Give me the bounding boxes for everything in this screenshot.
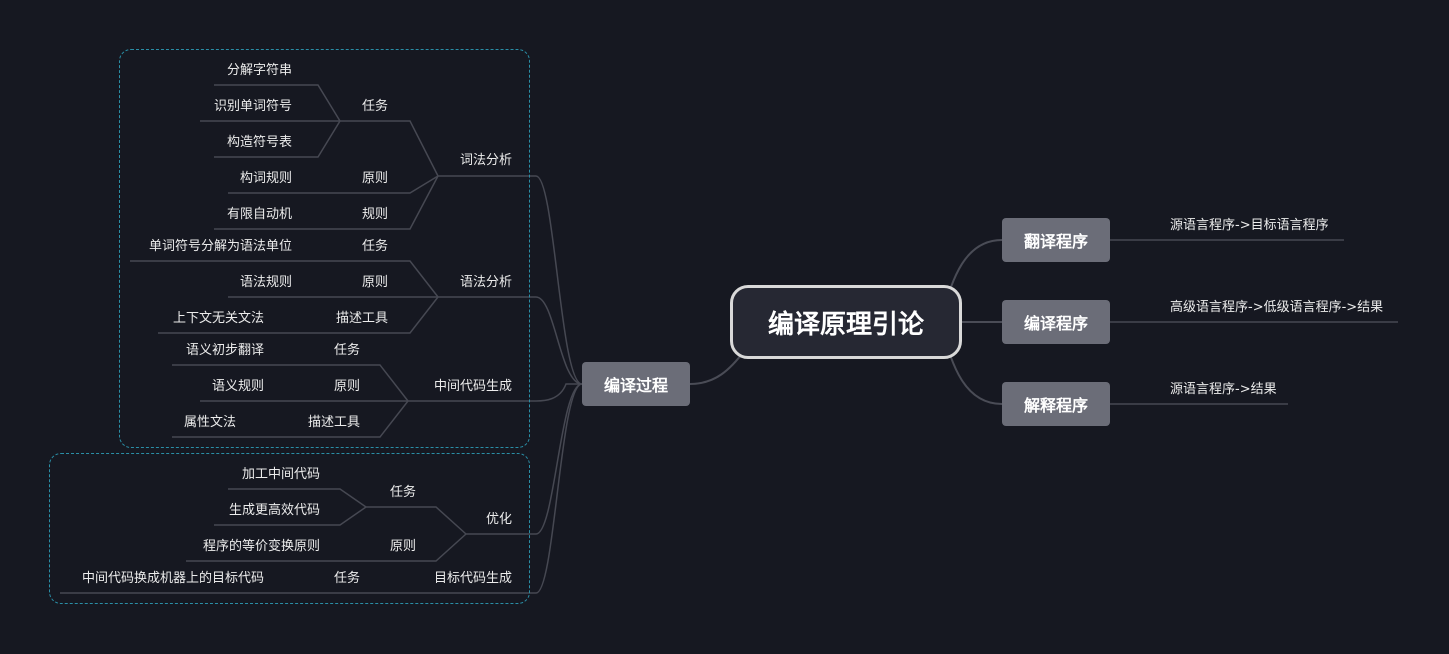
syntax-principle[interactable]: 原则 <box>362 275 388 291</box>
stage-intermediate[interactable]: 中间代码生成 <box>434 379 512 395</box>
optimize-task[interactable]: 任务 <box>390 485 416 501</box>
lexical-principle-item[interactable]: 构词规则 <box>240 171 292 187</box>
intermediate-task[interactable]: 任务 <box>334 343 360 359</box>
intermediate-tool[interactable]: 描述工具 <box>308 415 360 431</box>
target-task[interactable]: 任务 <box>334 571 360 587</box>
node-interpret-program[interactable]: 解释程序 <box>1002 382 1110 426</box>
intermediate-principle[interactable]: 原则 <box>334 379 360 395</box>
node-compile-program[interactable]: 编译程序 <box>1002 300 1110 344</box>
lexical-task[interactable]: 任务 <box>362 99 388 115</box>
syntax-task[interactable]: 任务 <box>362 239 388 255</box>
syntax-principle-item[interactable]: 语法规则 <box>240 275 292 291</box>
detail-compile[interactable]: 高级语言程序->低级语言程序->结果 <box>1170 300 1383 316</box>
lexical-rule-item[interactable]: 有限自动机 <box>227 207 292 223</box>
syntax-tool-item[interactable]: 上下文无关文法 <box>173 311 264 327</box>
optimize-principle-item[interactable]: 程序的等价变换原则 <box>203 539 320 555</box>
intermediate-task-item[interactable]: 语义初步翻译 <box>186 343 264 359</box>
lexical-task-item[interactable]: 识别单词符号 <box>214 99 292 115</box>
syntax-tool[interactable]: 描述工具 <box>336 311 388 327</box>
node-translate-program[interactable]: 翻译程序 <box>1002 218 1110 262</box>
root-node[interactable]: 编译原理引论 <box>730 285 962 359</box>
syntax-task-item[interactable]: 单词符号分解为语法单位 <box>149 239 292 255</box>
intermediate-principle-item[interactable]: 语义规则 <box>212 379 264 395</box>
stage-optimize[interactable]: 优化 <box>486 512 512 528</box>
optimize-task-item[interactable]: 生成更高效代码 <box>229 503 320 519</box>
optimize-task-item[interactable]: 加工中间代码 <box>242 467 320 483</box>
lexical-principle[interactable]: 原则 <box>362 171 388 187</box>
detail-translate[interactable]: 源语言程序->目标语言程序 <box>1170 218 1329 234</box>
stage-target[interactable]: 目标代码生成 <box>434 571 512 587</box>
target-task-item[interactable]: 中间代码换成机器上的目标代码 <box>82 571 264 587</box>
lexical-task-item[interactable]: 构造符号表 <box>227 135 292 151</box>
stage-syntax[interactable]: 语法分析 <box>460 275 512 291</box>
detail-interpret[interactable]: 源语言程序->结果 <box>1170 382 1277 398</box>
lexical-task-item[interactable]: 分解字符串 <box>227 63 292 79</box>
stage-lexical[interactable]: 词法分析 <box>460 153 512 169</box>
optimize-principle[interactable]: 原则 <box>390 539 416 555</box>
lexical-rule[interactable]: 规则 <box>362 207 388 223</box>
intermediate-tool-item[interactable]: 属性文法 <box>184 415 236 431</box>
node-compile-process[interactable]: 编译过程 <box>582 362 690 406</box>
